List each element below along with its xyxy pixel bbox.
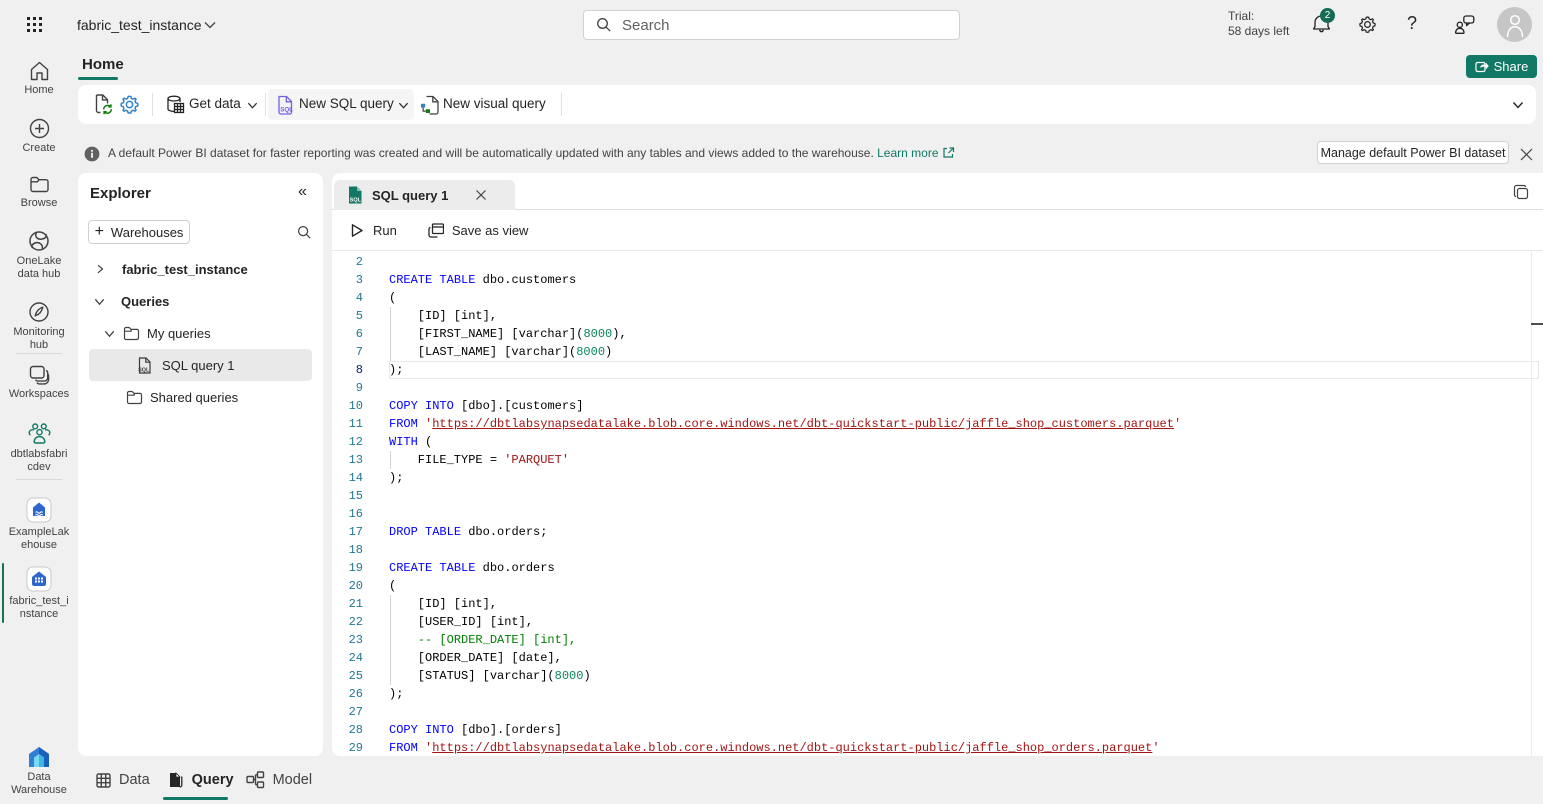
svg-text:SQL: SQL — [138, 367, 150, 373]
svg-text:SQL: SQL — [280, 106, 293, 113]
svg-text:SQL: SQL — [350, 198, 362, 204]
